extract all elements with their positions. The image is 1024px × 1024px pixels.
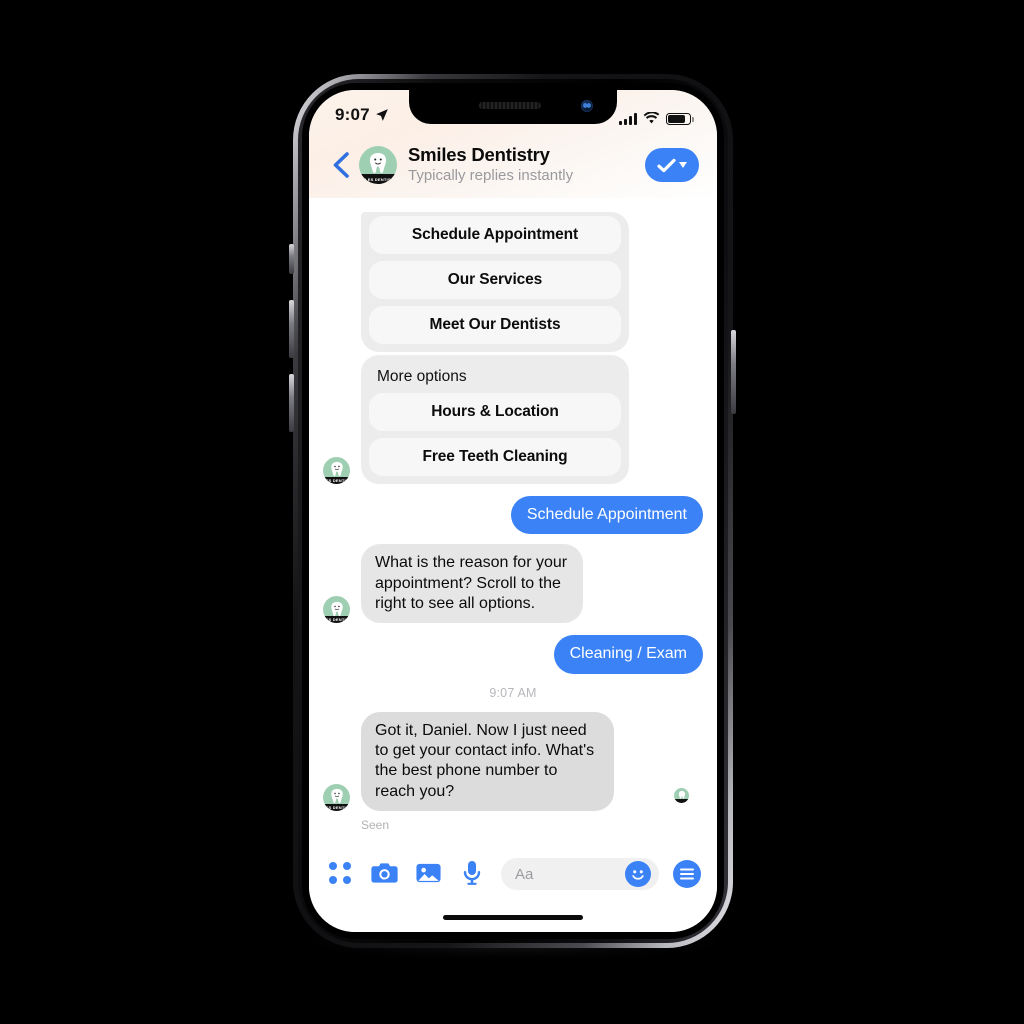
avatar[interactable]: SMILES DENTISTRY [359,146,397,184]
microphone-icon [463,861,481,885]
quick-reply-label: Meet Our Dentists [429,316,561,333]
gallery-button[interactable] [413,858,443,888]
thread-timestamp: 9:07 AM [489,685,537,700]
quick-reply-cards: Schedule Appointment Our Services Meet O… [361,212,629,484]
message-avatar: SMILES DENTISTRY [323,457,350,484]
tooth-avatar-icon [677,790,686,799]
message-row-outgoing: Schedule Appointment [323,496,703,535]
mute-switch[interactable] [289,244,294,274]
quick-reply-group-row: SMILES DENTISTRY Schedule Appointment Ou… [323,212,703,484]
seen-status-row: Seen [361,818,703,832]
apps-button[interactable] [325,858,355,888]
avatar-brand-text: SMILES DENTISTRY [323,805,350,810]
phone-screen: 9:07 SMILES DENTISTRY Smiles Dentistry T… [309,90,717,932]
conversation-header-row: SMILES DENTISTRY Smiles Dentistry Typica… [309,136,717,194]
message-bubble-outgoing[interactable]: Schedule Appointment [510,496,703,535]
back-button[interactable] [323,145,357,185]
more-options-label: More options [377,368,467,385]
chevron-left-icon [333,152,349,178]
avatar-slot: SMILES DENTISTRY [323,783,353,811]
quick-reply-schedule-appointment[interactable]: Schedule Appointment [369,216,621,254]
seen-label: Seen [361,817,390,832]
conversation-name: Smiles Dentistry [408,144,550,166]
message-input-placeholder: Aa [515,865,534,883]
avatar-brand-text: SMILES DENTISTRY [323,617,350,622]
more-menu-button[interactable] [673,860,701,888]
caret-down-icon [679,162,687,168]
camera-icon [370,863,398,883]
volume-down-button[interactable] [289,374,294,432]
quick-reply-free-teeth-cleaning[interactable]: Free Teeth Cleaning [369,438,621,476]
avatar-brand-text: SMILES DENTISTRY [323,478,350,483]
avatar-slot: SMILES DENTISTRY [323,596,353,624]
seen-by-avatar [674,787,689,803]
message-bubble-incoming[interactable]: Got it, Daniel. Now I just need to get y… [361,711,614,811]
avatar-brand-band: SMILES DENTISTRY [323,803,350,811]
avatar-slot: SMILES DENTISTRY [323,457,353,484]
tooth-avatar-icon [329,462,345,478]
scrolled-content-spacer [323,198,703,212]
quick-reply-meet-our-dentists[interactable]: Meet Our Dentists [369,306,621,344]
emoji-button[interactable] [625,861,651,887]
four-dots-grid-icon [329,862,351,884]
avatar-brand-band [674,798,689,803]
quick-reply-label: Schedule Appointment [411,226,579,243]
conversation-titles[interactable]: Smiles Dentistry Typically replies insta… [408,144,645,185]
avatar-brand-band: SMILES DENTISTRY [359,174,397,184]
earpiece-speaker-icon [478,102,541,109]
front-camera-icon [581,100,593,112]
message-row-incoming: SMILES DENTISTRY Got it, Daniel. Now I j… [323,711,703,811]
hamburger-menu-icon [680,873,694,875]
avatar-brand-band: SMILES DENTISTRY [323,616,350,624]
message-bubble-outgoing[interactable]: Cleaning / Exam [553,635,703,674]
phone-device-frame: 9:07 SMILES DENTISTRY Smiles Dentistry T… [293,74,733,948]
checkmark-icon [657,158,676,172]
microphone-button[interactable] [457,858,487,888]
tooth-avatar-icon [329,788,345,804]
quick-reply-label: Our Services [447,271,543,288]
message-bubble-incoming[interactable]: What is the reason for your appointment?… [361,544,583,624]
avatar-brand-band: SMILES DENTISTRY [323,476,350,484]
photo-gallery-icon [415,863,441,883]
power-button[interactable] [731,330,736,414]
message-avatar: SMILES DENTISTRY [323,783,350,811]
quick-reply-label: Hours & Location [431,403,559,420]
message-input[interactable]: Aa [501,858,659,890]
camera-button[interactable] [369,858,399,888]
message-row-incoming: SMILES DENTISTRY What is the reason for … [323,544,703,624]
quick-reply-hours-location[interactable]: Hours & Location [369,393,621,431]
volume-up-button[interactable] [289,300,294,358]
message-row-outgoing: Cleaning / Exam [323,635,703,674]
tooth-avatar-icon [329,601,345,617]
device-notch [409,90,617,124]
quick-reply-our-services[interactable]: Our Services [369,261,621,299]
message-thread[interactable]: SMILES DENTISTRY Schedule Appointment Ou… [309,198,717,846]
conversation-subtitle: Typically replies instantly [408,166,574,184]
quick-reply-card-more-options: More options Hours & Location Free Teeth… [361,355,629,484]
screenshot-stage: 9:07 SMILES DENTISTRY Smiles Dentistry T… [0,0,1024,1024]
smiley-face-icon [627,863,649,885]
tooth-avatar-icon [367,152,389,174]
confirm-dropdown-button[interactable] [645,148,699,182]
message-avatar: SMILES DENTISTRY [323,596,350,624]
avatar-brand-text: SMILES DENTISTRY [359,176,397,182]
home-indicator[interactable] [443,915,583,920]
quick-reply-label: Free Teeth Cleaning [422,448,568,465]
quick-reply-card-primary: Schedule Appointment Our Services Meet O… [361,212,629,352]
